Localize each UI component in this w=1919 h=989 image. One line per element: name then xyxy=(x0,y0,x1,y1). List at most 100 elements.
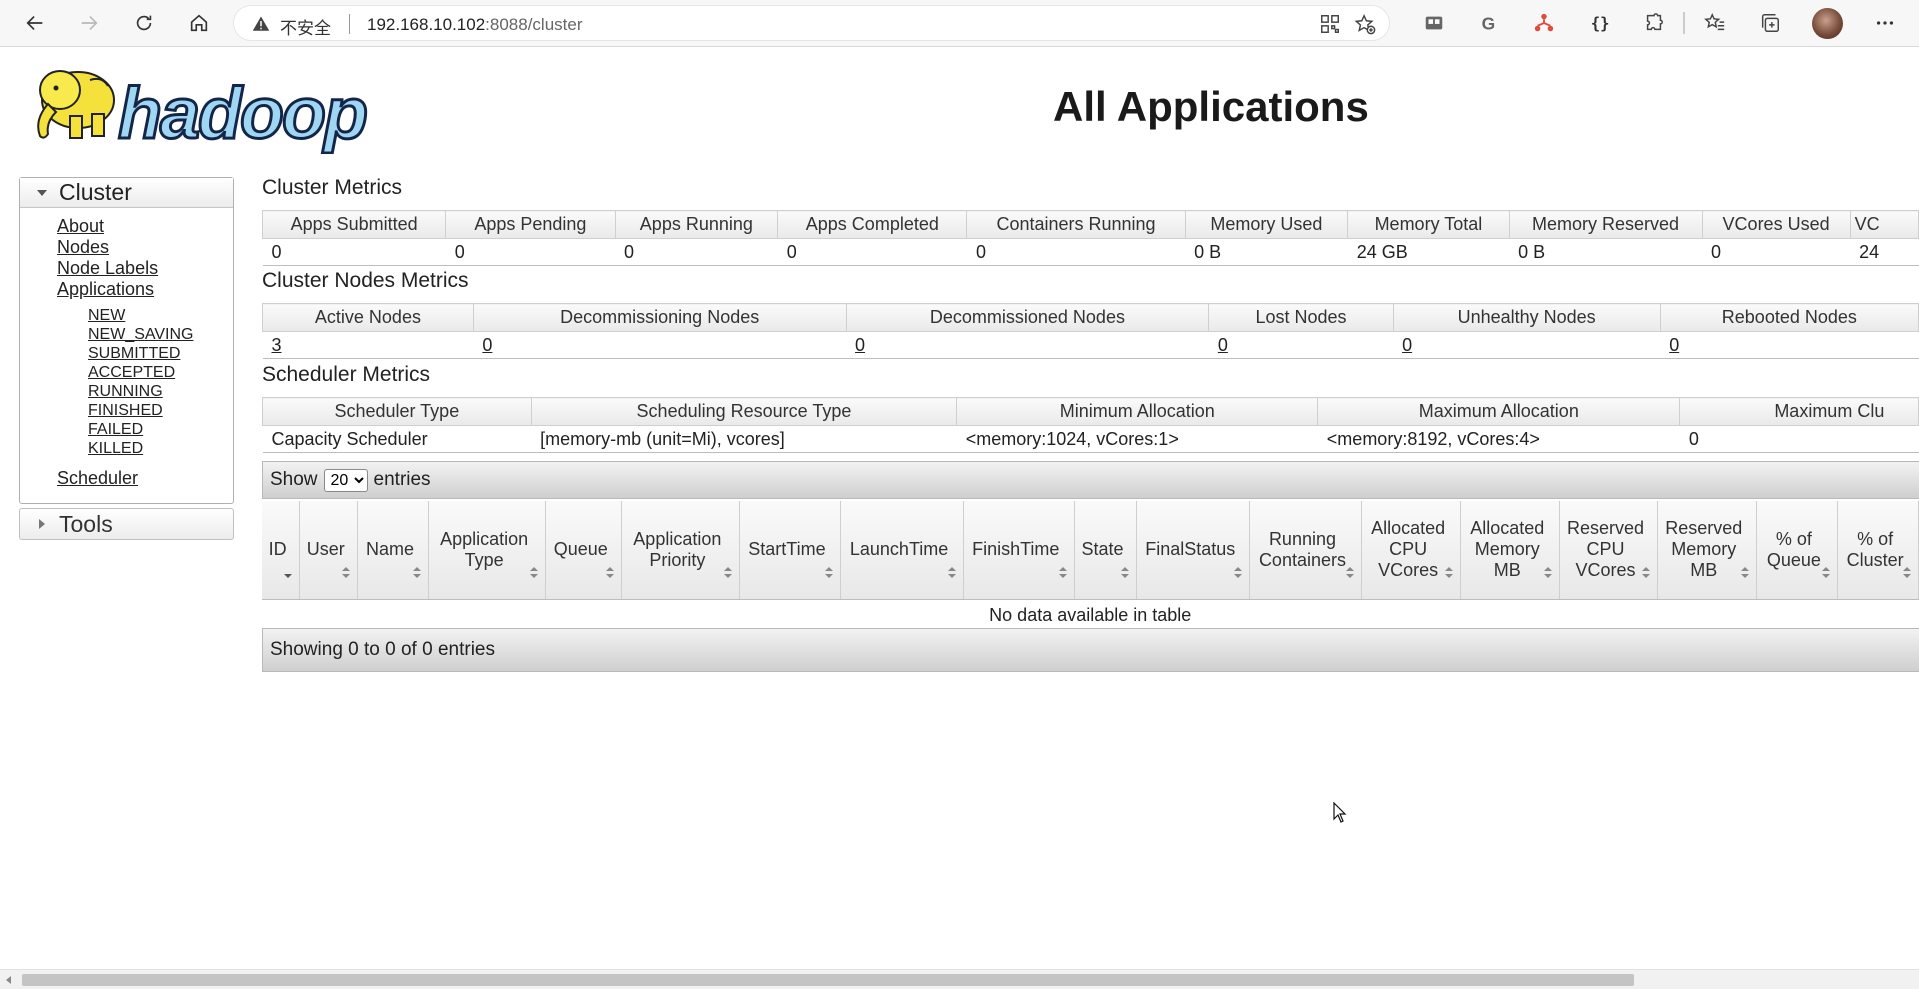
col-label: Queue xyxy=(553,539,608,560)
nav-link-node-labels[interactable]: Node Labels xyxy=(57,258,233,279)
link-unhealthy-nodes[interactable]: 0 xyxy=(1402,335,1412,355)
sort-icon xyxy=(1058,566,1067,579)
nav-link-nodes[interactable]: Nodes xyxy=(57,237,233,258)
value-apps-completed: 0 xyxy=(777,238,967,266)
warning-icon[interactable] xyxy=(252,15,270,33)
sort-icon xyxy=(1445,566,1454,579)
value-memory-used: 0 B xyxy=(1185,238,1348,266)
collections-icon[interactable] xyxy=(1757,10,1783,36)
more-menu-icon[interactable] xyxy=(1872,10,1898,36)
link-decommissioned-nodes[interactable]: 0 xyxy=(855,335,865,355)
nav-link-about[interactable]: About xyxy=(57,216,233,237)
col-vcores-total: VC xyxy=(1849,210,1919,239)
extensions-puzzle-icon[interactable] xyxy=(1641,10,1667,36)
hadoop-logo[interactable]: hadoop xyxy=(20,58,395,154)
page-content: hadoop All Applications Cluster About No… xyxy=(0,48,1919,969)
sort-col-percent-of-queue[interactable]: % of Queue xyxy=(1756,501,1839,600)
sort-icon xyxy=(1822,566,1831,579)
col-label: StartTime xyxy=(748,539,826,560)
page-size-select[interactable]: 20 xyxy=(323,468,368,492)
cluster-accordion-header[interactable]: Cluster xyxy=(20,178,233,208)
value-vcores-total: 24 xyxy=(1850,238,1919,266)
value-scheduler-type: Capacity Scheduler xyxy=(262,425,532,453)
ext-reader-icon[interactable] xyxy=(1421,10,1447,36)
col-memory-total: Memory Total xyxy=(1347,210,1510,239)
col-rebooted-nodes: Rebooted Nodes xyxy=(1659,303,1919,332)
sort-col-running-containers[interactable]: Running Containers xyxy=(1249,501,1362,600)
sort-col-finalstatus[interactable]: FinalStatus xyxy=(1136,501,1251,600)
scroll-left-arrow-icon[interactable] xyxy=(6,976,11,984)
col-label: Application Priority xyxy=(633,528,722,570)
url-text[interactable]: 192.168.10.102:8088/cluster xyxy=(367,15,583,35)
state-link-new[interactable]: NEW xyxy=(88,306,233,325)
address-bar[interactable]: 不安全 192.168.10.102:8088/cluster xyxy=(233,5,1390,41)
sort-col-user[interactable]: User xyxy=(299,501,359,600)
ext-network-icon[interactable] xyxy=(1531,10,1557,36)
state-link-accepted[interactable]: ACCEPTED xyxy=(88,363,233,382)
link-lost-nodes[interactable]: 0 xyxy=(1218,335,1228,355)
sort-col-finishtime[interactable]: FinishTime xyxy=(963,501,1075,600)
nav-link-scheduler[interactable]: Scheduler xyxy=(57,468,233,489)
col-apps-pending: Apps Pending xyxy=(445,210,616,239)
sort-col-launchtime[interactable]: LaunchTime xyxy=(840,501,964,600)
sort-icon xyxy=(530,566,539,579)
sort-col-allocated-cpu-vcores[interactable]: Allocated CPU VCores xyxy=(1361,501,1462,600)
value-apps-submitted: 0 xyxy=(262,238,446,266)
sort-col-application-priority[interactable]: Application Priority xyxy=(621,501,740,600)
link-rebooted-nodes[interactable]: 0 xyxy=(1669,335,1679,355)
sort-icon xyxy=(1641,566,1650,579)
sort-col-reserved-memory-mb[interactable]: Reserved Memory MB xyxy=(1657,501,1757,600)
ext-g-icon[interactable]: G xyxy=(1476,10,1502,36)
datatable-info-bar: Showing 0 to 0 of 0 entries xyxy=(262,628,1919,672)
profile-avatar[interactable] xyxy=(1812,8,1843,39)
ext-json-icon[interactable]: {} xyxy=(1586,10,1612,36)
state-link-new-saving[interactable]: NEW_SAVING xyxy=(88,325,233,344)
refresh-button[interactable] xyxy=(127,7,161,39)
col-label: Application Type xyxy=(440,528,529,570)
state-link-running[interactable]: RUNNING xyxy=(88,382,233,401)
expanded-triangle-icon xyxy=(37,189,47,196)
value-memory-total: 24 GB xyxy=(1347,238,1510,266)
state-link-submitted[interactable]: SUBMITTED xyxy=(88,344,233,363)
state-link-finished[interactable]: FINISHED xyxy=(88,401,233,420)
sort-col-id[interactable]: ID xyxy=(262,501,301,600)
sort-col-application-type[interactable]: Application Type xyxy=(428,501,547,600)
link-active-nodes[interactable]: 3 xyxy=(272,335,282,355)
applications-header-row: ID User Name Application Type Queue Appl… xyxy=(262,501,1919,600)
cluster-header-label: Cluster xyxy=(59,179,132,205)
horizontal-scrollbar[interactable] xyxy=(0,969,1919,989)
col-decommissioned-nodes: Decommissioned Nodes xyxy=(845,303,1210,332)
state-link-killed[interactable]: KILLED xyxy=(88,439,233,458)
sort-col-queue[interactable]: Queue xyxy=(545,501,623,600)
sort-col-name[interactable]: Name xyxy=(357,501,429,600)
nodes-metrics-value-row: 3 0 0 0 0 0 xyxy=(262,331,1919,359)
sort-col-starttime[interactable]: StartTime xyxy=(739,501,842,600)
favorites-icon[interactable] xyxy=(1702,10,1728,36)
sort-col-state[interactable]: State xyxy=(1074,501,1138,600)
security-label[interactable]: 不安全 xyxy=(280,14,331,39)
sort-desc-icon xyxy=(284,567,293,579)
url-path: :8088/cluster xyxy=(485,15,583,34)
tools-accordion-header[interactable]: Tools xyxy=(19,508,234,540)
value-vcores-used: 0 xyxy=(1702,238,1851,266)
scrollbar-thumb[interactable] xyxy=(22,974,1634,986)
nav-link-applications[interactable]: Applications xyxy=(57,279,233,300)
value-containers-running: 0 xyxy=(966,238,1186,266)
forward-button[interactable] xyxy=(72,7,106,39)
add-favorite-icon[interactable] xyxy=(1354,13,1376,35)
entries-label: entries xyxy=(373,469,431,490)
state-link-failed[interactable]: FAILED xyxy=(88,420,233,439)
col-label: FinalStatus xyxy=(1145,539,1236,560)
col-containers-running: Containers Running xyxy=(966,210,1186,239)
scheduler-metrics-value-row: Capacity Scheduler [memory-mb (unit=Mi),… xyxy=(262,425,1919,453)
sort-col-allocated-memory-mb[interactable]: Allocated Memory MB xyxy=(1460,501,1561,600)
link-decommissioning-nodes[interactable]: 0 xyxy=(482,335,492,355)
sort-icon xyxy=(1544,566,1553,579)
sort-col-reserved-cpu-vcores[interactable]: Reserved CPU VCores xyxy=(1559,501,1658,600)
col-vcores-used: VCores Used xyxy=(1701,210,1851,239)
sort-col-percent-of-cluster[interactable]: % of Cluster xyxy=(1837,501,1919,600)
sort-icon xyxy=(1121,566,1130,579)
back-button[interactable] xyxy=(18,7,52,39)
app-grid-icon[interactable] xyxy=(1319,13,1341,35)
home-button[interactable] xyxy=(182,7,216,39)
